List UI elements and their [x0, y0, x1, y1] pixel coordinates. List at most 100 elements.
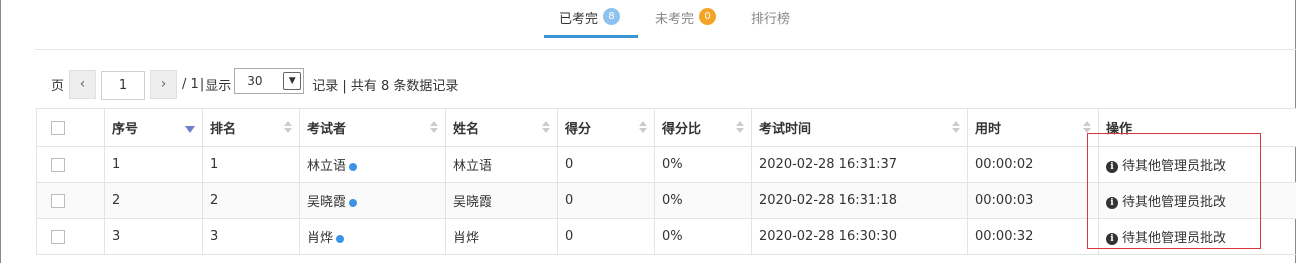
chevron-down-icon: ▼: [283, 72, 302, 90]
header-label: 操作: [1106, 122, 1133, 137]
online-dot-icon: [349, 162, 358, 171]
cell-duration: 00:00:32: [967, 218, 1099, 255]
cell-action: i 待其他管理员批改: [1098, 182, 1296, 219]
prev-page-button[interactable]: ‹: [69, 69, 97, 99]
header-label: 得分比: [662, 122, 702, 137]
column-header-action: 操作: [1098, 108, 1296, 147]
chevron-right-icon: ›: [160, 76, 167, 92]
header-label: 排名: [210, 122, 237, 137]
table-header-row: 序号 排名 考试者 姓名 得分 得分比 考试时间 用时 操作: [36, 108, 1296, 147]
cell-time: 2020-02-28 16:31:18: [751, 182, 968, 219]
tab-label: 未考完: [655, 12, 695, 27]
column-header-name[interactable]: 姓名: [445, 108, 558, 147]
sort-icon: [639, 121, 647, 135]
sort-icon: [430, 121, 438, 135]
examinee-name: 林立语: [307, 159, 347, 174]
online-dot-icon: [349, 198, 358, 207]
info-icon: i: [1106, 160, 1118, 173]
table-row[interactable]: 3 3 肖烨 肖烨 0 0% 2020-02-28 16:30:30 00:00…: [36, 218, 1296, 255]
tab-incomplete[interactable]: 未考完 0: [655, 8, 717, 38]
cell-index: 2: [104, 182, 203, 219]
cell-ratio: 0%: [654, 218, 752, 255]
action-status: 待其他管理员批改: [1122, 195, 1227, 210]
cell-time: 2020-02-28 16:31:37: [751, 146, 968, 183]
cell-action: i 待其他管理员批改: [1098, 146, 1296, 183]
header-label: 考试时间: [759, 122, 812, 137]
column-header-rank[interactable]: 排名: [202, 108, 300, 147]
sort-icon: [542, 121, 550, 135]
table-row[interactable]: 1 1 林立语 林立语 0 0% 2020-02-28 16:31:37 00:…: [36, 146, 1296, 183]
cell-ratio: 0%: [654, 182, 752, 219]
next-page-button[interactable]: ›: [150, 69, 178, 99]
tab-label: 已考完: [559, 12, 599, 27]
chevron-left-icon: ‹: [79, 76, 86, 92]
cell-duration: 00:00:03: [967, 182, 1099, 219]
header-label: 考试者: [307, 122, 347, 137]
column-header-ratio[interactable]: 得分比: [654, 108, 752, 147]
page-label: 页: [51, 78, 65, 94]
cell-examinee[interactable]: 吴晓霞: [299, 182, 446, 219]
tab-completed[interactable]: 已考完 8: [559, 8, 621, 38]
count-badge: 8: [603, 8, 621, 25]
column-header-time[interactable]: 考试时间: [751, 108, 968, 147]
page-number-input[interactable]: [101, 71, 146, 100]
show-label: 显示: [205, 78, 232, 94]
examinee-name: 肖烨: [307, 231, 334, 246]
cell-index: 3: [104, 218, 203, 255]
records-summary: 记录 | 共有 8 条数据记录: [312, 78, 459, 94]
select-all-cell: [36, 108, 105, 147]
cell-score: 0: [557, 146, 655, 183]
cell-ratio: 0%: [654, 146, 752, 183]
tab-ranking[interactable]: 排行榜: [751, 8, 790, 38]
examinee-name: 吴晓霞: [307, 195, 347, 210]
cell-name: 吴晓霞: [445, 182, 558, 219]
info-icon: i: [1106, 196, 1118, 209]
cell-time: 2020-02-28 16:30:30: [751, 218, 968, 255]
action-status: 待其他管理员批改: [1122, 231, 1227, 246]
column-header-examinee[interactable]: 考试者: [299, 108, 446, 147]
action-status: 待其他管理员批改: [1122, 159, 1227, 174]
sort-icon: [736, 121, 744, 135]
row-checkbox[interactable]: [51, 193, 65, 208]
header-label: 序号: [112, 122, 139, 137]
sort-icon: [1083, 121, 1091, 135]
active-tab-indicator: [544, 35, 638, 38]
page-size-select[interactable]: 30 ▼: [234, 68, 305, 94]
column-header-index[interactable]: 序号: [104, 108, 203, 147]
column-header-score[interactable]: 得分: [557, 108, 655, 147]
cell-examinee[interactable]: 林立语: [299, 146, 446, 183]
cell-score: 0: [557, 182, 655, 219]
cell-index: 1: [104, 146, 203, 183]
select-all-checkbox[interactable]: [51, 120, 65, 135]
tab-label: 排行榜: [751, 12, 791, 27]
tabs-divider: [35, 49, 1296, 50]
header-label: 得分: [565, 122, 592, 137]
page-size-value: 30: [247, 74, 263, 88]
cell-rank: 2: [202, 182, 300, 219]
total-pages: / 1: [182, 76, 199, 92]
sort-icon: [952, 121, 960, 135]
cell-name: 肖烨: [445, 218, 558, 255]
header-label: 用时: [975, 122, 1002, 137]
cell-examinee[interactable]: 肖烨: [299, 218, 446, 255]
row-checkbox[interactable]: [51, 229, 65, 244]
info-icon: i: [1106, 232, 1118, 245]
cell-name: 林立语: [445, 146, 558, 183]
table-row[interactable]: 2 2 吴晓霞 吴晓霞 0 0% 2020-02-28 16:31:18 00:…: [36, 182, 1296, 219]
separator: |: [199, 76, 205, 92]
sort-desc-icon: [185, 126, 195, 133]
pagination-bar: 页 ‹ › / 1 | 显示 30 ▼ 记录 | 共有 8 条数据记录: [51, 68, 458, 100]
cell-duration: 00:00:02: [967, 146, 1099, 183]
row-checkbox[interactable]: [51, 157, 65, 172]
sort-icon: [284, 121, 292, 135]
column-header-duration[interactable]: 用时: [967, 108, 1099, 147]
cell-score: 0: [557, 218, 655, 255]
online-dot-icon: [336, 234, 345, 243]
header-label: 姓名: [453, 122, 480, 137]
results-table: 序号 排名 考试者 姓名 得分 得分比 考试时间 用时 操作 1 1 林立语 林…: [36, 108, 1296, 255]
cell-rank: 3: [202, 218, 300, 255]
cell-rank: 1: [202, 146, 300, 183]
tab-bar: 已考完 8 未考完 0 排行榜: [0, 0, 1296, 50]
count-badge: 0: [699, 8, 717, 25]
cell-action: i 待其他管理员批改: [1098, 218, 1296, 255]
